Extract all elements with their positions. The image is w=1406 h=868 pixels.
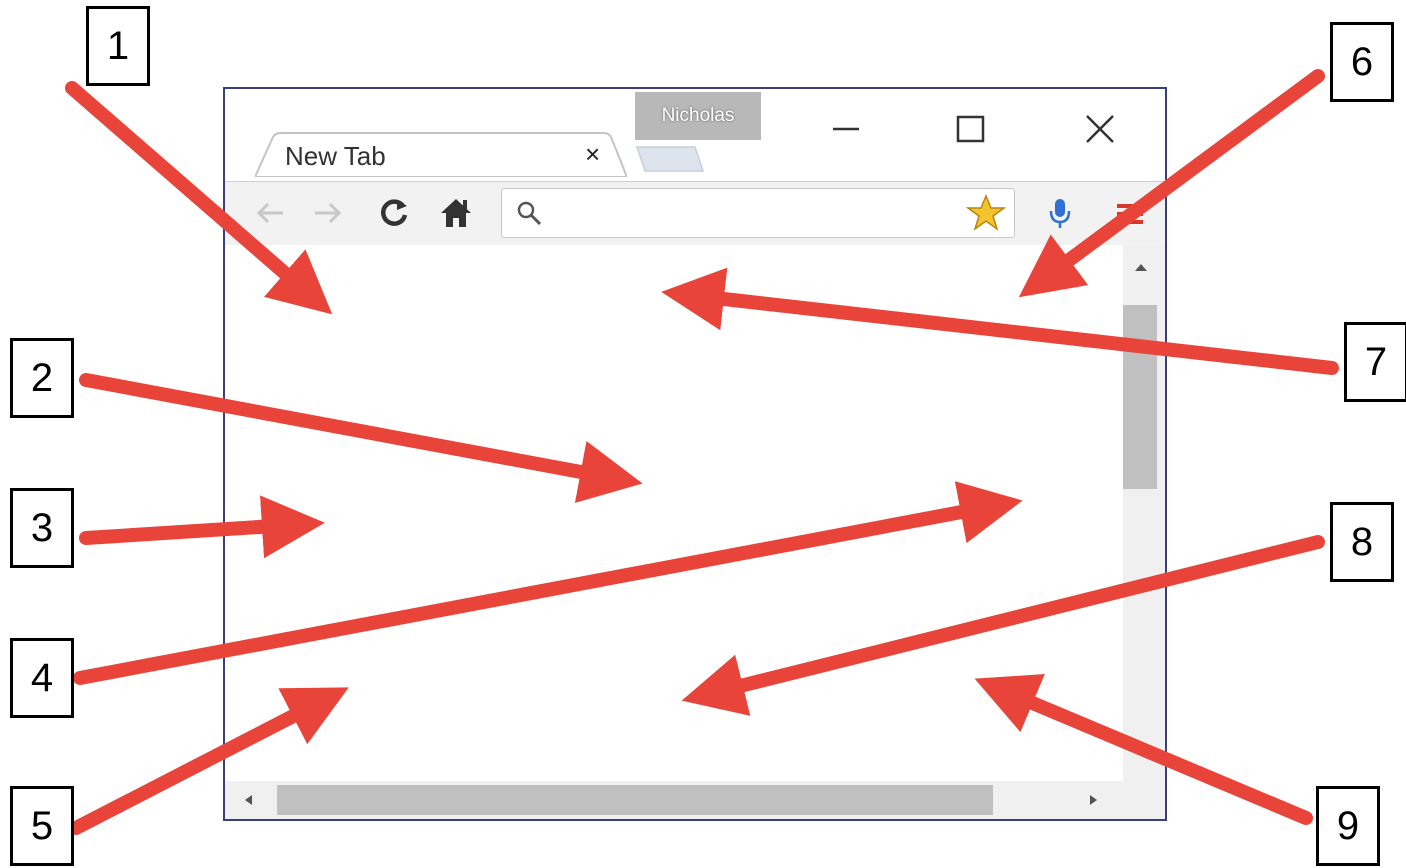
arrow-5 — [69, 687, 349, 835]
arrow-9 — [974, 674, 1313, 825]
arrow-3 — [79, 495, 325, 559]
annotation-arrows — [65, 69, 1339, 835]
callout-1: 1 — [86, 6, 150, 86]
callout-7: 7 — [1344, 322, 1406, 402]
callout-4: 4 — [10, 638, 74, 718]
arrow-7 — [661, 267, 1339, 375]
callout-6: 6 — [1330, 22, 1394, 102]
callout-2: 2 — [10, 338, 74, 418]
callout-8: 8 — [1330, 502, 1394, 582]
arrow-1 — [65, 81, 333, 315]
callout-9: 9 — [1316, 786, 1380, 866]
arrow-2 — [79, 373, 643, 503]
arrow-8 — [681, 535, 1325, 716]
callout-5: 5 — [10, 786, 74, 866]
arrow-6 — [1018, 69, 1325, 298]
callout-3: 3 — [10, 488, 74, 568]
